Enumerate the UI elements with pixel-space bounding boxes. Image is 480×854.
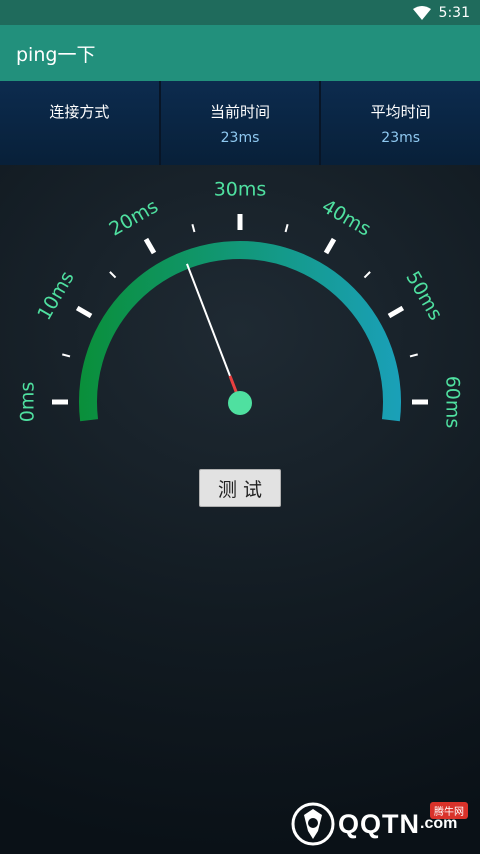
watermark: QQTN .com 腾牛网: [290, 800, 472, 848]
status-bar: 5:31: [0, 0, 480, 25]
tick-label: 50ms: [401, 267, 446, 324]
watermark-badge: 腾牛网: [430, 802, 468, 819]
stat-current-time: 当前时间 23ms: [160, 81, 322, 165]
tick-label: 10ms: [33, 267, 78, 324]
gauge-svg: 0ms 10ms 20ms 30ms 40ms 50ms 60ms: [17, 179, 464, 429]
stat-value: 23ms: [381, 130, 421, 146]
stat-label: 平均时间: [370, 103, 431, 121]
watermark-text: QQTN: [338, 808, 420, 839]
minor-tick: [409, 353, 418, 358]
stats-panel: 连接方式 当前时间 23ms 平均时间 23ms: [0, 81, 480, 165]
tick-label: 60ms: [442, 376, 464, 429]
tick-label: 30ms: [214, 179, 267, 201]
major-tick: [387, 305, 405, 319]
status-time: 5:31: [438, 4, 470, 21]
app-title: ping一下: [16, 43, 96, 66]
app-bar: ping一下: [0, 25, 480, 81]
stat-label: 连接方式: [49, 103, 110, 121]
major-tick: [323, 237, 337, 255]
tick-label: 40ms: [318, 195, 375, 240]
minor-tick: [109, 271, 117, 279]
minor-tick: [363, 271, 371, 279]
tick-label: 0ms: [17, 382, 39, 423]
speed-gauge: 0ms 10ms 20ms 30ms 40ms 50ms 60ms: [0, 165, 480, 455]
minor-tick: [191, 224, 196, 233]
gauge-needle: [186, 263, 231, 377]
wifi-icon: [412, 5, 431, 20]
major-tick: [75, 305, 93, 319]
gauge-hub: [228, 391, 252, 415]
test-button[interactable]: 测试: [199, 469, 281, 507]
qqtn-logo-icon: [290, 801, 336, 847]
minor-tick: [62, 353, 71, 358]
stat-average-time: 平均时间 23ms: [321, 81, 480, 165]
minor-tick: [284, 224, 289, 233]
major-tick: [143, 237, 157, 255]
stat-connection-type: 连接方式: [0, 81, 161, 165]
stat-value: 23ms: [220, 130, 260, 146]
stat-label: 当前时间: [210, 103, 271, 121]
tick-label: 20ms: [105, 195, 162, 240]
